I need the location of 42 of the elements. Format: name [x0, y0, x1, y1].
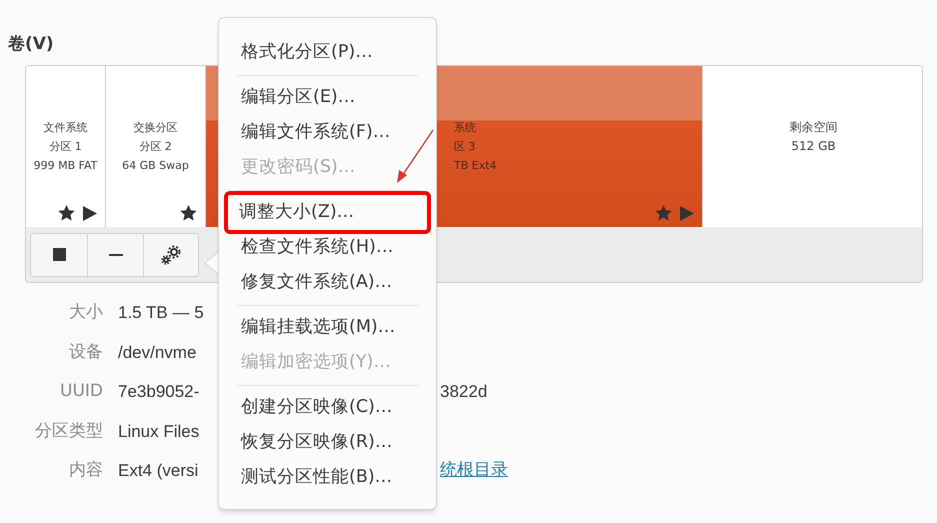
- partition-label: 文件系统: [44, 120, 88, 136]
- partition-segment[interactable]: 文件系统 分区 1 999 MB FAT: [26, 66, 106, 228]
- detail-value: 7e3b9052-: [118, 381, 200, 403]
- partition-label: 剩余空间: [790, 119, 838, 136]
- detail-value: /dev/nvme: [118, 342, 196, 364]
- menu-item[interactable]: 测试分区性能(B)…: [241, 460, 414, 495]
- menu-item[interactable]: 编辑文件系统(F)…: [241, 115, 414, 150]
- star-icon: [655, 205, 672, 222]
- menu-item[interactable]: 恢复分区映像(R)…: [241, 425, 414, 460]
- arrow: [394, 128, 436, 184]
- partition-label: 交换分区: [134, 120, 178, 136]
- partition-label: 999 MB FAT: [34, 158, 98, 174]
- detail-value: Ext4 (versi: [118, 460, 198, 482]
- menu-item[interactable]: 修复文件系统(A)…: [241, 265, 414, 300]
- stop-icon: [52, 248, 66, 262]
- gears-icon: [161, 244, 181, 265]
- play-icon: [83, 206, 97, 221]
- detail-label: UUID: [60, 380, 103, 403]
- partition-label: 64 GB Swap: [122, 158, 189, 174]
- mount-point-link[interactable]: 统根目录: [440, 458, 508, 484]
- detail-label: 分区类型: [35, 420, 103, 442]
- play-icon: [680, 206, 694, 221]
- partition-label: 分区 1: [49, 139, 82, 155]
- partition-label: 512 GB: [791, 138, 836, 155]
- partition-label: 区 3: [454, 139, 476, 155]
- minus-icon: [108, 254, 122, 256]
- detail-label: 大小: [69, 301, 103, 324]
- detail-value: 1.5 TB — 5: [118, 302, 204, 324]
- detail-value: Linux Files: [118, 420, 200, 442]
- detail-label: 内容: [69, 459, 103, 482]
- partition-label: 系统: [454, 120, 476, 136]
- partition-label: TB Ext4: [454, 158, 497, 174]
- star-icon: [180, 205, 197, 222]
- menu-item[interactable]: 检查文件系统(H)…: [241, 230, 414, 265]
- detail-value: 3822d: [440, 381, 488, 403]
- section-title: 卷(V): [8, 33, 54, 55]
- partition-label: 分区 2: [139, 139, 172, 155]
- menu-item[interactable]: 编辑分区(E)…: [241, 80, 414, 115]
- detail-label: 设备: [69, 340, 103, 364]
- menu-item[interactable]: 编辑挂载选项(M)…: [241, 310, 414, 345]
- star-icon: [58, 205, 75, 222]
- menu-item[interactable]: 创建分区映像(C)…: [241, 390, 414, 425]
